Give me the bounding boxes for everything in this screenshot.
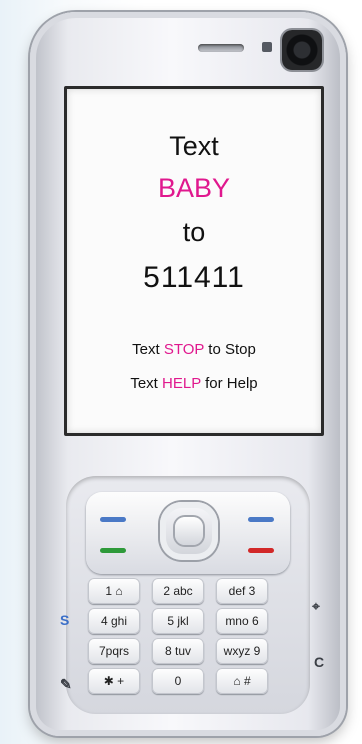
help-instruction: Text HELP for Help xyxy=(67,375,321,392)
key-4[interactable]: 4 ghi xyxy=(88,608,140,634)
help-prefix: Text xyxy=(130,375,163,392)
light-sensor xyxy=(262,42,272,52)
key-9[interactable]: wxyz 9 xyxy=(216,638,268,664)
key-5[interactable]: 5 jkl xyxy=(152,608,204,634)
mobile-phone: Text BABY to 511411 Text STOP to Stop Te… xyxy=(30,12,346,736)
menu-key-icon[interactable]: S xyxy=(60,612,69,628)
key-6[interactable]: mno 6 xyxy=(216,608,268,634)
edit-key-icon[interactable]: ✎ xyxy=(60,676,72,693)
help-suffix: for Help xyxy=(200,375,258,392)
short-code-number: 511411 xyxy=(143,261,245,294)
stop-instruction: Text STOP to Stop xyxy=(67,341,321,358)
left-soft-key[interactable] xyxy=(100,517,126,522)
key-3[interactable]: def 3 xyxy=(216,578,268,604)
clear-key[interactable]: C xyxy=(314,654,324,670)
front-camera-icon xyxy=(282,30,322,70)
key-7[interactable]: 7pqrs xyxy=(88,638,140,664)
right-soft-key[interactable] xyxy=(248,517,274,522)
multimedia-key-icon[interactable]: ⌖ xyxy=(312,598,320,615)
stop-keyword: STOP xyxy=(163,341,205,358)
phone-screen: Text BABY to 511411 Text STOP to Stop Te… xyxy=(64,86,324,436)
dpad-select-button[interactable] xyxy=(175,517,203,545)
stop-prefix: Text xyxy=(132,341,164,358)
key-star[interactable]: ✱ + xyxy=(88,668,140,694)
screen-keyword: BABY xyxy=(157,173,231,203)
key-8[interactable]: 8 tuv xyxy=(152,638,204,664)
key-2[interactable]: 2 abc xyxy=(152,578,204,604)
key-1[interactable]: 1 ⌂ xyxy=(88,578,140,604)
screen-line-text: Text xyxy=(169,131,219,161)
key-0[interactable]: 0 xyxy=(152,668,204,694)
call-key[interactable] xyxy=(100,548,126,553)
help-keyword: HELP xyxy=(162,375,201,392)
stop-suffix: to Stop xyxy=(204,341,256,358)
screen-line-to: to xyxy=(182,217,206,247)
earpiece xyxy=(198,44,244,52)
end-call-key[interactable] xyxy=(248,548,274,553)
key-hash[interactable]: ⌂ # xyxy=(216,668,268,694)
